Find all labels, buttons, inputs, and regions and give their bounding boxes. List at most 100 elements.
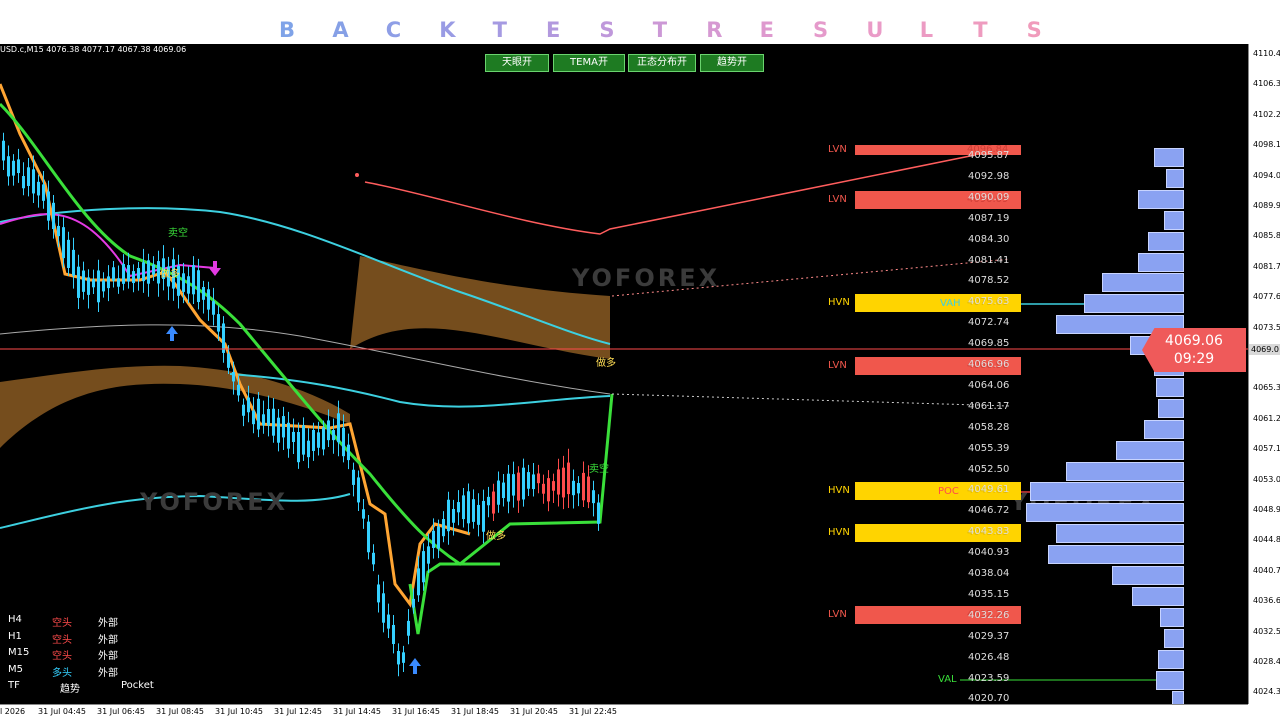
poc-label: POC [938,486,959,497]
volume-profile-bar [1084,294,1184,314]
candle-body [527,472,530,489]
price-tick: 4024.3 [1253,687,1280,697]
candle-body [217,314,220,332]
candle-body [337,413,340,443]
candle-body [537,473,540,484]
indicator-toggle-button[interactable]: 趋势开 [700,54,764,72]
time-tick: 31 Jul 14:45 [333,707,381,716]
tf-name: M5 [8,663,23,675]
time-tick: 31 Jul 22:45 [569,707,617,716]
current-price-flag: 4069.06 09:29 [1142,328,1246,372]
candle-body [242,404,245,416]
candle-body [67,239,70,268]
zone-type-label: LVN [828,144,847,155]
banner-letter: S [1026,18,1042,42]
upper-cloud-band [350,256,610,359]
candle-body [582,472,585,501]
candle-body [227,353,230,368]
orange-fast-line [0,83,471,608]
volume-profile-bar [1160,607,1184,627]
candle-body [262,414,265,426]
tf-header: TF [8,680,20,691]
candle-body [247,397,250,413]
price-level-label: 4043.83 [968,526,1010,538]
volume-profile-bar [1048,545,1184,565]
indicator-toggle-button[interactable]: 天眼开 [485,54,549,72]
candle-body [122,263,125,284]
banner-letter: E [546,18,561,42]
candle-body [97,270,100,303]
candle-body [287,422,290,449]
price-chart[interactable]: USD.c,M15 4076.38 4077.17 4067.38 4069.0… [0,44,1248,704]
volume-profile-bar [1116,440,1184,460]
banner-letter: A [332,18,349,42]
volume-profile-bar [1154,148,1184,167]
sell-signal-label-2: 卖空 [589,464,609,475]
price-level-label: 4049.61 [968,484,1010,496]
price-tick: 4098.1 [1253,140,1280,150]
price-level-label: 4046.72 [968,505,1010,517]
candle-body [22,176,25,189]
tf-name: H1 [8,630,22,642]
price-tick: 4057.1 [1253,444,1280,454]
price-tick: 4065.3 [1253,383,1280,393]
candle-body [212,301,215,315]
price-tick: 4044.8 [1253,535,1280,545]
banner-letter: L [919,18,934,42]
candle-body [452,508,455,523]
candle-body [362,509,365,519]
tf-position: 外部 [98,634,118,646]
volume-profile-bar [1132,586,1184,606]
candle-body [402,652,405,663]
candle-body [32,169,35,194]
watermark-center: YOFOREX [572,264,721,292]
time-tick: 31 Jul 08:45 [156,707,204,716]
watermark-left: YOFOREX [140,488,289,516]
banner-letter: R [706,18,723,42]
price-level-label: 4038.04 [968,568,1010,579]
backtest-results-banner: BACKTESTRESULTS [0,0,1280,44]
vah-label: VAH [940,298,961,309]
price-level-label: 4032.26 [968,609,1010,621]
candle-body [437,526,440,549]
candle-body [327,420,330,441]
price-level-label: 4061.17 [968,400,1010,412]
volume-profile-bar [1158,398,1184,418]
candle-body [447,499,450,532]
candle-body [507,473,510,502]
indicator-toggle-button[interactable]: 正态分布开 [628,54,696,72]
zone-type-label: LVN [828,609,847,620]
candle-body [432,530,435,548]
price-level-label: 4058.28 [968,421,1010,433]
price-axis[interactable]: 4069.0 4110.4 4106.3 4102.2 4098.1 4094.0 408… [1248,44,1280,704]
candle-body [542,483,545,494]
price-level-label: 4069.85 [968,338,1010,350]
candle-body [197,270,200,303]
candle-body [347,444,350,461]
candle-body [497,480,500,505]
current-price-value: 4069.06 [1165,333,1223,349]
candle-body [492,491,495,514]
price-level-label: 4087.19 [968,212,1010,224]
candle-body [2,140,5,161]
candle-body [587,476,590,503]
tf-row: H1 空头 外部 [8,630,168,646]
candle-body [152,264,155,275]
banner-letter: B [279,18,296,42]
volume-profile-bar [1156,377,1184,397]
tf-name: H4 [8,614,22,625]
price-level-label: 4026.48 [968,651,1010,663]
candle-body [417,568,420,596]
buy-arrow-icon-2 [409,658,421,674]
candle-body [502,482,505,499]
banner-letter: T [652,18,668,42]
candle-body [87,277,90,295]
candle-body [187,276,190,294]
indicator-toggle-button[interactable]: TEMA开 [553,54,625,72]
tf-position: 外部 [98,667,118,679]
time-axis[interactable]: l 2026 31 Jul 04:45 31 Jul 06:45 31 Jul 08:… [0,704,1248,721]
banner-letter: T [492,18,507,42]
candle-body [267,408,270,426]
candle-body [137,267,140,279]
chart-canvas [0,83,1248,681]
